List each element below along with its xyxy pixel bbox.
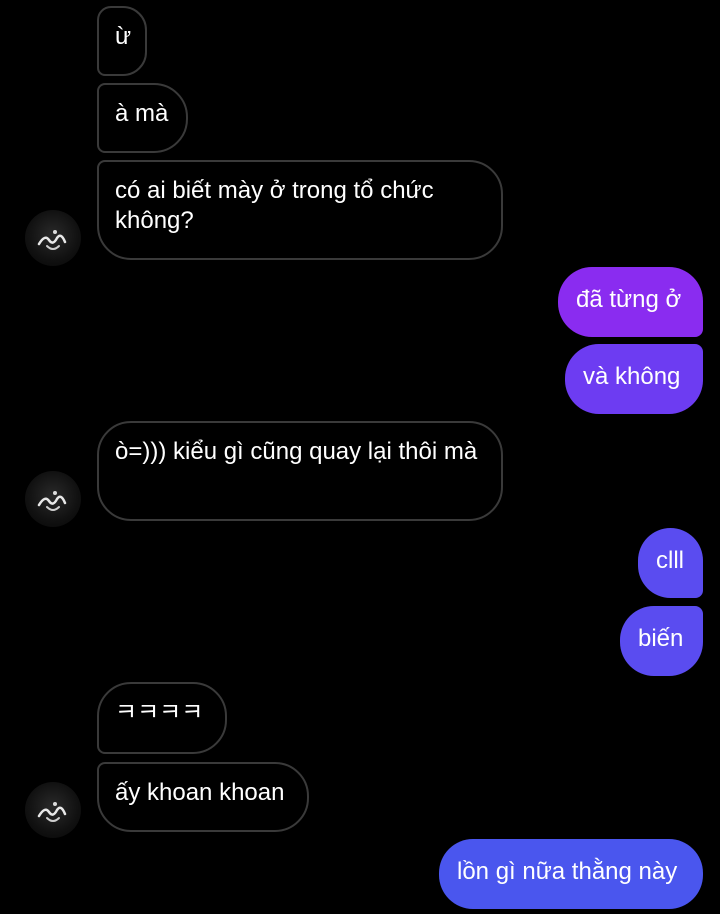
incoming-message[interactable]: ừ	[97, 6, 147, 76]
incoming-message[interactable]: ò=))) kiểu gì cũng quay lại thôi mà	[97, 421, 503, 521]
avatar[interactable]	[25, 210, 81, 266]
message-text: clll	[656, 547, 684, 574]
message-text: lồn gì nữa thằng này	[457, 858, 678, 885]
contact-avatar-icon	[37, 802, 67, 822]
outgoing-message[interactable]: đã từng ở	[558, 267, 703, 337]
message-text: à mà	[115, 100, 169, 127]
contact-avatar-icon	[37, 491, 67, 511]
message-text: và không	[583, 363, 681, 390]
incoming-message[interactable]: ㅋㅋㅋㅋ	[97, 682, 227, 754]
message-text: ㅋㅋㅋㅋ	[115, 699, 204, 726]
avatar[interactable]	[25, 471, 81, 527]
avatar[interactable]	[25, 782, 81, 838]
message-text: ò=))) kiểu gì cũng quay lại thôi mà	[115, 438, 478, 465]
incoming-message[interactable]: à mà	[97, 83, 188, 153]
message-text: ừ	[115, 23, 132, 50]
outgoing-message[interactable]: clll	[638, 528, 703, 598]
outgoing-message[interactable]: lồn gì nữa thằng này	[439, 839, 703, 909]
outgoing-message[interactable]: và không	[565, 344, 703, 414]
chat-thread[interactable]: ừ à mà có ai biết mày ở trong tổ chức kh…	[0, 0, 720, 914]
contact-avatar-icon	[37, 230, 67, 250]
message-text: biến	[638, 625, 684, 652]
incoming-message[interactable]: có ai biết mày ở trong tổ chức không?	[97, 160, 503, 260]
message-text: có ai biết mày ở trong tổ chức không?	[115, 177, 434, 234]
message-text: đã từng ở	[576, 286, 682, 313]
incoming-message[interactable]: ấy khoan khoan	[97, 762, 309, 832]
message-text: ấy khoan khoan	[115, 779, 285, 806]
outgoing-message[interactable]: biến	[620, 606, 703, 676]
